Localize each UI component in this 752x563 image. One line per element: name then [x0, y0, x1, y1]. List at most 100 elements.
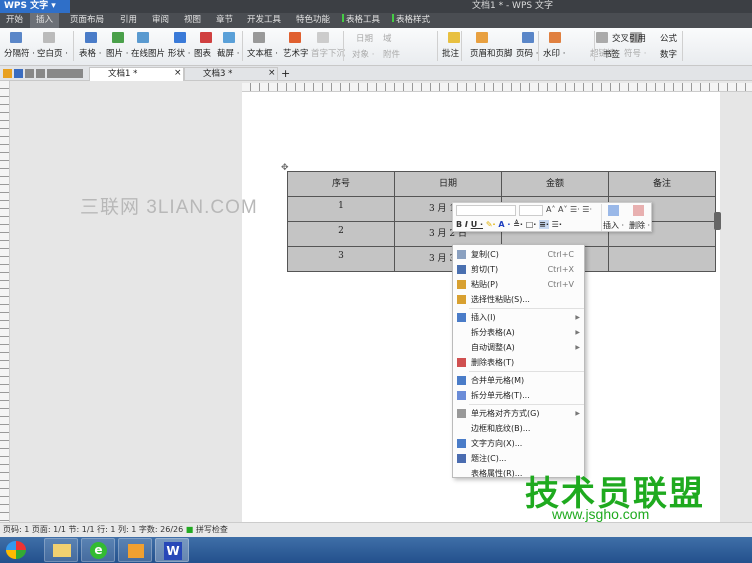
- ribbon-button[interactable]: 艺术字: [283, 47, 309, 59]
- ribbon-button[interactable]: 图片 ·: [106, 47, 128, 59]
- app-name: WPS 文字: [4, 1, 49, 11]
- ribbon-icon: [522, 32, 534, 43]
- menu-item-label: 合并单元格(M): [471, 376, 525, 385]
- ribbon-button[interactable]: 截屏 ·: [217, 47, 239, 59]
- tab-document-3[interactable]: 文档3 *: [184, 67, 278, 81]
- table-header-cell[interactable]: 备注: [608, 171, 716, 197]
- font-name-select[interactable]: [456, 205, 516, 216]
- font-size-select[interactable]: [519, 205, 543, 216]
- border-icon[interactable]: □·: [526, 220, 537, 229]
- ribbon-button[interactable]: 分隔符 ·: [4, 47, 35, 59]
- ribbon-small-button[interactable]: 公式: [660, 32, 677, 44]
- context-menu-item[interactable]: 文字方向(X)...: [453, 436, 584, 451]
- shading-icon[interactable]: ≜·: [513, 220, 523, 229]
- ribbon-small-button[interactable]: 交叉引用: [612, 32, 646, 44]
- context-menu-item[interactable]: 粘贴(P) Ctrl+V: [453, 277, 584, 292]
- tab-document-1[interactable]: 文档1 *: [89, 67, 184, 81]
- align-icon[interactable]: ≡·: [539, 220, 549, 229]
- table-cell[interactable]: 2: [287, 221, 395, 247]
- ribbon-button[interactable]: 表格 ·: [79, 47, 101, 59]
- ribbon-small-button[interactable]: 书签: [603, 48, 620, 60]
- ribbon-small-button[interactable]: 域: [383, 32, 392, 44]
- menu-item-label: 粘贴(P): [471, 280, 499, 289]
- insert-button[interactable]: 插入 ·: [603, 220, 624, 231]
- watermark-text: 三联网 3LIAN.COM: [80, 197, 258, 218]
- menu-tab[interactable]: 章节: [216, 13, 233, 28]
- menu-separator: [469, 404, 584, 405]
- ribbon-button[interactable]: 页码 ·: [516, 47, 538, 59]
- ribbon-small-button[interactable]: 附件: [383, 48, 400, 60]
- table-header-cell[interactable]: 日期: [394, 171, 502, 197]
- insert-table-icon[interactable]: [608, 205, 619, 216]
- quick-access-icons[interactable]: [3, 69, 83, 78]
- context-menu-item[interactable]: 拆分表格(A) ▶: [453, 325, 584, 340]
- page-margin: [720, 92, 752, 522]
- table-cell[interactable]: 3: [287, 246, 395, 272]
- font-color-button[interactable]: A ·: [498, 220, 510, 229]
- context-menu-item[interactable]: 自动调整(A) ▶: [453, 340, 584, 355]
- context-menu-item[interactable]: 题注(C)...: [453, 451, 584, 466]
- taskbar-app-icon[interactable]: [118, 538, 152, 562]
- context-menu-item[interactable]: 插入(I) ▶: [453, 310, 584, 325]
- context-menu-item[interactable]: 合并单元格(M): [453, 373, 584, 388]
- ribbon-button[interactable]: 水印 ·: [543, 47, 565, 59]
- format-buttons[interactable]: B I U · ✎· A · ≜· □· ≡· ☰·: [456, 220, 562, 229]
- taskbar-explorer-icon[interactable]: [44, 538, 78, 562]
- ribbon-button[interactable]: 页眉和页脚: [470, 47, 513, 59]
- menu-tab[interactable]: 页面布局: [70, 13, 104, 28]
- menu-tab[interactable]: 开始: [6, 13, 23, 28]
- menu-tab[interactable]: 引用: [120, 13, 137, 28]
- delete-table-icon[interactable]: [633, 205, 644, 216]
- menu-tab[interactable]: 审阅: [152, 13, 169, 28]
- table-cell[interactable]: 1: [287, 196, 395, 222]
- taskbar-wps-icon[interactable]: W: [155, 538, 189, 562]
- ribbon-small-button[interactable]: 日期: [356, 32, 373, 44]
- ribbon-toolbar: 分隔符 · 空白页 · 表格 · 图片 · 在线图片 形状 · 图表 截屏 · 文本框 · 艺术字…: [0, 28, 752, 66]
- start-button-icon[interactable]: [6, 541, 26, 559]
- menu-tab[interactable]: 开发工具: [247, 13, 281, 28]
- context-menu-item[interactable]: 单元格对齐方式(G) ▶: [453, 406, 584, 421]
- taskbar-ie-icon[interactable]: e: [81, 538, 115, 562]
- ribbon-button[interactable]: 空白页 ·: [37, 47, 68, 59]
- ribbon-small-button[interactable]: 数字: [660, 48, 677, 60]
- ribbon-button[interactable]: 图表: [194, 47, 211, 59]
- wps-app-menu-button[interactable]: WPS 文字 ▾: [0, 0, 70, 13]
- ribbon-button[interactable]: 形状 ·: [168, 47, 190, 59]
- ribbon-small-button[interactable]: 对象 ·: [352, 48, 374, 60]
- delete-button[interactable]: 删除 ·: [629, 220, 650, 231]
- highlight-icon[interactable]: ✎·: [486, 220, 496, 229]
- ribbon-button[interactable]: 在线图片: [131, 47, 165, 59]
- valign-icon[interactable]: ☰·: [552, 220, 562, 229]
- menu-tab[interactable]: 特色功能: [296, 13, 330, 28]
- menu-tab[interactable]: 视图: [184, 13, 201, 28]
- context-menu-item[interactable]: 剪切(T) Ctrl+X: [453, 262, 584, 277]
- context-menu-item[interactable]: 边框和底纹(B)...: [453, 421, 584, 436]
- paste-icon: [457, 280, 466, 289]
- mini-toolbar: A˄ A˅ ☰· ☰· B I U · ✎· A · ≜· □· ≡· ☰· 插…: [452, 202, 652, 232]
- context-menu-item[interactable]: 拆分单元格(T)...: [453, 388, 584, 403]
- bold-button[interactable]: B: [456, 220, 462, 229]
- spell-check-button[interactable]: 拼写检查: [196, 525, 228, 534]
- ribbon-button[interactable]: 首字下沉: [311, 47, 345, 59]
- window-title: 文档1 * - WPS 文字: [472, 1, 553, 11]
- table-header-cell[interactable]: 序号: [287, 171, 395, 197]
- context-menu-item[interactable]: 复制(C) Ctrl+C: [453, 247, 584, 262]
- table-cell[interactable]: [608, 246, 716, 272]
- tool-tab[interactable]: 表格样式: [392, 13, 430, 28]
- context-menu-item[interactable]: 选择性粘贴(S)...: [453, 292, 584, 307]
- font-grow-shrink-list-icons[interactable]: A˄ A˅ ☰· ☰·: [546, 205, 592, 214]
- tool-tab[interactable]: 表格工具: [342, 13, 380, 28]
- close-tab-icon[interactable]: ×: [268, 68, 276, 78]
- ribbon-button[interactable]: 批注: [442, 47, 459, 59]
- add-column-handle[interactable]: [714, 212, 721, 230]
- context-menu-item[interactable]: 删除表格(T): [453, 355, 584, 370]
- underline-button[interactable]: U ·: [471, 220, 483, 229]
- table-header-cell[interactable]: 金额: [501, 171, 609, 197]
- new-tab-icon[interactable]: +: [281, 67, 290, 80]
- menu-tab[interactable]: 插入: [30, 13, 60, 28]
- ribbon-button[interactable]: 文本框 ·: [247, 47, 278, 59]
- ribbon-button[interactable]: 符号 ·: [624, 47, 646, 59]
- close-tab-icon[interactable]: ×: [174, 68, 182, 78]
- ribbon-icon: [549, 32, 561, 43]
- italic-button[interactable]: I: [465, 220, 468, 229]
